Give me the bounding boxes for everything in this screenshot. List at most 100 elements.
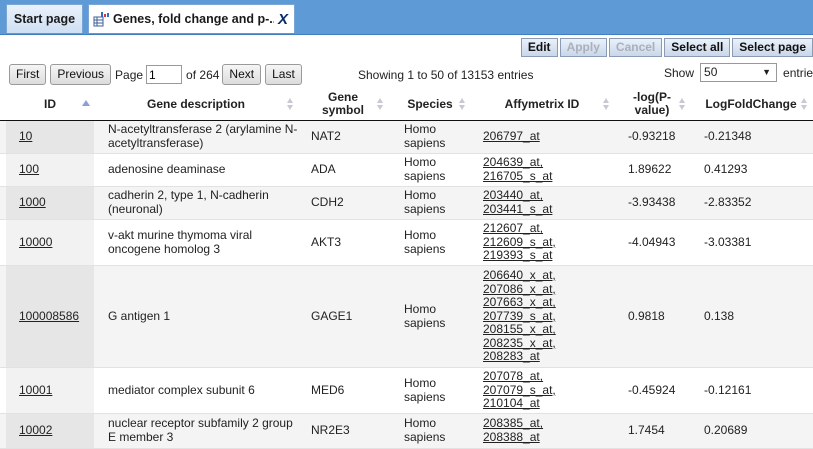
- affymetrix-id-link[interactable]: 212607_at,: [483, 222, 543, 236]
- affymetrix-id-link[interactable]: 207663_x_at,: [483, 296, 556, 310]
- column-header-label: Species: [407, 96, 453, 111]
- entries-label: entries: [783, 65, 813, 80]
- sort-icon: [801, 98, 808, 110]
- affymetrix-id-link[interactable]: 210104_at: [483, 397, 540, 411]
- edit-button[interactable]: Edit: [520, 38, 558, 57]
- gene-id-link[interactable]: 1000: [19, 196, 46, 210]
- table-row[interactable]: 10001 mediator complex subunit 6 MED6 Ho…: [0, 368, 813, 414]
- affymetrix-id-link[interactable]: 207739_s_at,: [483, 309, 556, 324]
- log-p-value-cell: 1.7454: [628, 423, 665, 438]
- page-length-control: Show 50 ▼ entries: [664, 63, 813, 82]
- column-header-label: LogFoldChange: [705, 96, 797, 111]
- sort-icon: [603, 98, 610, 110]
- gene-description-cell: mediator complex subunit 6: [108, 382, 255, 397]
- table-header: ID Gene description Gene symbol Species …: [0, 88, 813, 121]
- page-count: of 264: [186, 67, 220, 82]
- id-cell: 100008586: [6, 266, 94, 367]
- column-header-label: Gene description: [146, 96, 246, 111]
- table-row[interactable]: 10002 nuclear receptor subfamily 2 group…: [0, 414, 813, 449]
- sort-ascending-icon: [82, 100, 90, 106]
- gene-id-link[interactable]: 100: [19, 163, 39, 177]
- affymetrix-id-link[interactable]: 207086_x_at,: [483, 282, 556, 297]
- column-header-gene-symbol[interactable]: Gene symbol: [300, 88, 386, 120]
- gene-description-cell: nuclear receptor subfamily 2 group E mem…: [108, 416, 293, 444]
- gene-id-link[interactable]: 10002: [19, 424, 52, 438]
- affymetrix-id-link[interactable]: 206640_x_at,: [483, 268, 556, 283]
- affymetrix-id-link[interactable]: 207079_s_at,: [483, 383, 556, 398]
- table-row[interactable]: 100008586 G antigen 1 GAGE1 Homo sapiens…: [0, 266, 813, 368]
- log-fold-change-cell: 0.20689: [704, 423, 748, 438]
- id-cell: 10: [6, 121, 94, 153]
- id-cell: 10002: [6, 414, 94, 448]
- log-p-value-cell: 1.89622: [628, 162, 672, 177]
- log-p-value-cell: 0.9818: [628, 308, 665, 323]
- affymetrix-cell: 203440_at, 203441_s_at: [483, 187, 613, 219]
- table-row[interactable]: 10 N-acetyltransferase 2 (arylamine N-ac…: [0, 121, 813, 154]
- tab-genes-label: Genes, fold change and p-...: [113, 12, 274, 26]
- column-header-label: ID: [44, 96, 56, 111]
- page-number-input[interactable]: [146, 65, 183, 84]
- column-header-log-p-value[interactable]: -log(P-value): [616, 88, 688, 120]
- affymetrix-id-link[interactable]: 208388_at: [483, 430, 540, 445]
- column-header-label: -log(P-value): [633, 90, 671, 117]
- select-all-button[interactable]: Select all: [664, 38, 731, 57]
- apply-button[interactable]: Apply: [559, 38, 607, 57]
- gene-description-cell: v-akt murine thymoma viral oncogene homo…: [108, 227, 253, 256]
- affymetrix-id-link[interactable]: 204639_at,: [483, 156, 543, 170]
- log-fold-change-cell: -0.12161: [704, 382, 752, 397]
- log-fold-change-cell: 0.138: [704, 308, 735, 323]
- table-row[interactable]: 100 adenosine deaminase ADA Homo sapiens…: [0, 154, 813, 187]
- next-page-button[interactable]: Next: [222, 64, 262, 85]
- tab-genes-fold-change[interactable]: Genes, fold change and p-... X: [88, 4, 295, 33]
- column-header-affymetrix-id[interactable]: Affymetrix ID: [472, 88, 612, 120]
- gene-description-cell: N-acetyltransferase 2 (arylamine N-acety…: [108, 122, 298, 150]
- table-chart-icon: [93, 11, 109, 27]
- column-header-label: Gene symbol: [321, 90, 364, 117]
- column-header-gene-description[interactable]: Gene description: [96, 88, 296, 120]
- gene-symbol-cell: NAT2: [311, 129, 341, 144]
- first-page-button[interactable]: First: [9, 64, 47, 85]
- gene-id-link[interactable]: 10000: [19, 235, 52, 250]
- affymetrix-id-link[interactable]: 212609_s_at,: [483, 235, 556, 250]
- table-row[interactable]: 1000 cadherin 2, type 1, N-cadherin (neu…: [0, 187, 813, 220]
- affymetrix-id-link[interactable]: 208155_x_at,: [483, 323, 556, 337]
- last-page-button[interactable]: Last: [265, 64, 302, 85]
- column-header-log-fold-change[interactable]: LogFoldChange: [692, 88, 810, 120]
- log-p-value-cell: -0.45924: [628, 382, 676, 397]
- affymetrix-id-link[interactable]: 203440_at,: [483, 189, 543, 203]
- close-tab-icon[interactable]: X: [274, 11, 294, 28]
- column-header-species[interactable]: Species: [392, 88, 468, 120]
- species-cell: Homo sapiens: [404, 301, 446, 330]
- tab-bar: Start page Genes, fold change and p-... …: [0, 0, 813, 35]
- affymetrix-id-link[interactable]: 208283_at: [483, 350, 540, 364]
- gene-id-link[interactable]: 10: [19, 130, 32, 144]
- tab-start-page[interactable]: Start page: [6, 4, 83, 33]
- species-cell: Homo sapiens: [404, 188, 446, 216]
- affymetrix-cell: 204639_at, 216705_s_at: [483, 154, 613, 186]
- species-cell: Homo sapiens: [404, 227, 446, 256]
- gene-id-link[interactable]: 100008586: [19, 309, 79, 324]
- gene-symbol-cell: CDH2: [311, 195, 344, 210]
- gene-id-link[interactable]: 10001: [19, 383, 52, 398]
- page-length-select[interactable]: 50 ▼: [700, 63, 778, 82]
- column-header-id[interactable]: ID: [6, 88, 94, 120]
- id-cell: 100: [6, 154, 94, 186]
- affymetrix-id-link[interactable]: 219393_s_at: [483, 249, 552, 263]
- select-page-button[interactable]: Select page: [732, 38, 813, 57]
- affymetrix-id-link[interactable]: 207078_at,: [483, 370, 543, 384]
- id-cell: 1000: [6, 187, 94, 219]
- log-p-value-cell: -3.93438: [628, 195, 676, 210]
- affymetrix-id-link[interactable]: 208385_at,: [483, 417, 543, 431]
- affymetrix-id-link[interactable]: 208235_x_at,: [483, 336, 556, 351]
- affymetrix-id-link[interactable]: 203441_s_at: [483, 202, 552, 217]
- tab-start-page-label: Start page: [13, 12, 76, 26]
- log-fold-change-cell: -2.83352: [704, 195, 752, 210]
- previous-page-button[interactable]: Previous: [50, 64, 112, 85]
- cancel-button[interactable]: Cancel: [608, 38, 663, 57]
- id-cell: 10000: [6, 220, 94, 265]
- affymetrix-id-link[interactable]: 216705_s_at: [483, 169, 552, 184]
- log-p-value-cell: -4.04943: [628, 234, 676, 249]
- dropdown-arrow-icon: ▼: [762, 67, 772, 77]
- table-row[interactable]: 10000 v-akt murine thymoma viral oncogen…: [0, 220, 813, 266]
- affymetrix-id-link[interactable]: 206797_at: [483, 130, 540, 144]
